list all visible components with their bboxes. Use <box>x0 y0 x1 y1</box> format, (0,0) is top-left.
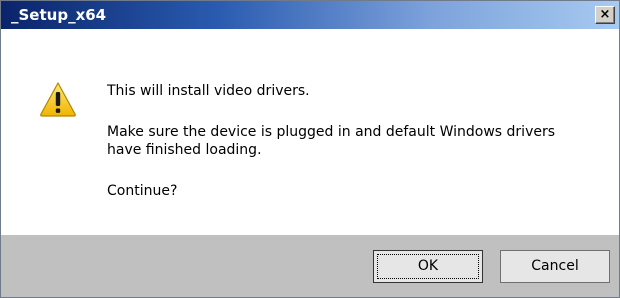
ok-button[interactable]: OK <box>373 250 483 283</box>
warning-icon <box>40 82 76 117</box>
message-area: This will install video drivers. Make su… <box>1 29 619 235</box>
window-title: _Setup_x64 <box>11 6 107 24</box>
message-line-plugged: Make sure the device is plugged in and d… <box>107 124 556 140</box>
button-bar: OK Cancel <box>1 235 619 297</box>
title-bar[interactable]: _Setup_x64 × <box>1 1 619 29</box>
ok-button-label: OK <box>417 258 439 274</box>
close-button[interactable]: × <box>595 6 615 24</box>
message-line-continue: Continue? <box>107 183 178 199</box>
message-dialog: _Setup_x64 × This will install video dri… <box>0 0 620 298</box>
cancel-button[interactable]: Cancel <box>500 250 610 283</box>
close-icon: × <box>599 7 611 22</box>
message-line-install: This will install video drivers. <box>107 83 310 99</box>
message-line-finished: have finished loading. <box>107 142 262 158</box>
cancel-button-label: Cancel <box>531 258 579 274</box>
